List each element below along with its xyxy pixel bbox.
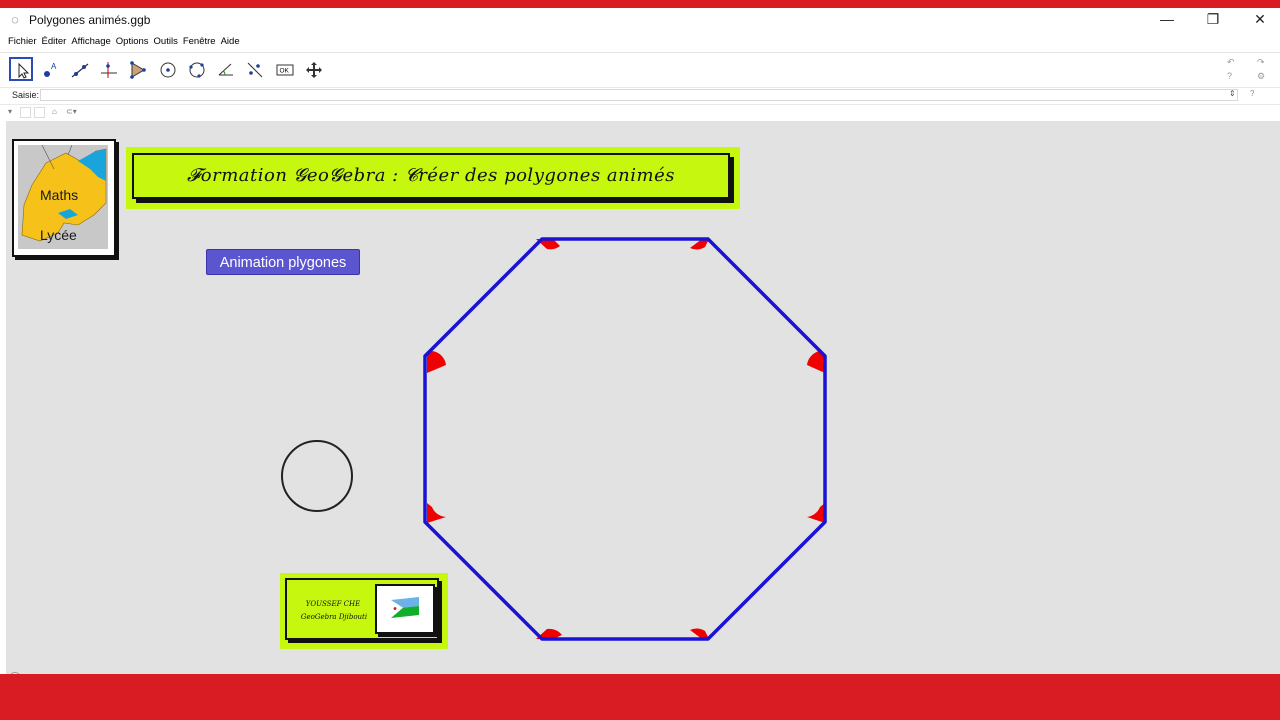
settings-icon[interactable]: ⚙ — [1257, 71, 1265, 82]
menu-fichier[interactable]: Fichier — [8, 34, 37, 50]
logo-line1: Maths — [40, 187, 79, 203]
banner-title: 𝓕ormation 𝓖eo𝓖ebra : 𝓒réer des polygones… — [187, 165, 675, 186]
angle-tool[interactable] — [213, 57, 237, 81]
octagon-edges[interactable] — [423, 237, 827, 641]
circle-three-points-tool[interactable] — [184, 57, 208, 81]
signature-name: YOUSSEF CHE — [305, 600, 361, 608]
line-tool[interactable] — [67, 57, 91, 81]
button-tool-label: OK — [280, 68, 290, 75]
title-bar: ◌ Polygones animés.ggb — ❐ ✕ — [0, 8, 1280, 32]
vertex-angle-markers — [427, 239, 825, 639]
geogebra-icon: ◌ — [11, 12, 19, 27]
tool-bar: A OK ↶ ↷ ? ⚙ — [0, 52, 1280, 87]
logo-line2: Lycée — [40, 227, 77, 243]
window-title: Polygones animés.ggb — [29, 13, 151, 27]
menu-affichage[interactable]: Affichage — [71, 34, 110, 50]
input-help-icon[interactable]: ? — [1250, 89, 1254, 98]
polygon-tool[interactable] — [125, 57, 149, 81]
signature-org: GeoGebra Djibouti — [300, 613, 368, 621]
menu-options[interactable]: Options — [116, 34, 149, 50]
reflect-tool[interactable] — [242, 57, 266, 81]
help-icon[interactable]: ? — [1227, 71, 1232, 81]
minimize-icon[interactable]: — — [1144, 8, 1190, 32]
input-label: Saisie: — [12, 90, 40, 100]
graphics-view[interactable]: Maths Lycée 𝓕ormation 𝓖eo𝓖ebra : 𝓒réer d… — [6, 121, 1280, 674]
restore-icon[interactable]: ❐ — [1190, 8, 1236, 32]
signature-badge: YOUSSEF CHE GeoGebra Djibouti — [280, 573, 448, 649]
button-tool[interactable]: OK — [272, 57, 296, 81]
menu-aide[interactable]: Aide — [221, 34, 240, 50]
close-icon[interactable]: ✕ — [1237, 8, 1280, 32]
home-icon[interactable]: ⌂ — [52, 107, 57, 116]
animation-button[interactable]: Animation plygones — [206, 249, 360, 275]
menu-bar: Fichier Éditer Affichage Options Outils … — [0, 34, 245, 50]
input-toggle-icon[interactable]: ⇕ — [1229, 89, 1236, 98]
axes-toggle-icon[interactable] — [20, 107, 31, 118]
point-tool[interactable]: A — [38, 57, 62, 81]
menu-fenetre[interactable]: Fenêtre — [183, 34, 216, 50]
menu-editer[interactable]: Éditer — [42, 34, 67, 50]
menu-outils[interactable]: Outils — [154, 34, 178, 50]
flag-frame — [375, 584, 435, 634]
circle-tool[interactable] — [155, 57, 179, 81]
move-graphics-tool[interactable] — [301, 57, 325, 81]
perpendicular-tool[interactable] — [96, 57, 120, 81]
undo-icon[interactable]: ↶ — [1227, 57, 1235, 68]
maths-lycee-logo: Maths Lycée — [12, 139, 116, 257]
animation-circle-button[interactable] — [281, 440, 353, 512]
point-capture-icon[interactable]: ⊂▾ — [66, 107, 77, 116]
title-banner: 𝓕ormation 𝓖eo𝓖ebra : 𝓒réer des polygones… — [126, 147, 740, 209]
djibouti-flag-icon — [391, 597, 419, 618]
svg-text:A: A — [51, 62, 57, 71]
style-bar: ▾ ⌂ ⊂▾ — [0, 105, 1280, 121]
geogebra-window: ◌ Polygones animés.ggb — ❐ ✕ Fichier Édi… — [0, 8, 1280, 674]
grid-toggle-icon[interactable] — [34, 107, 45, 118]
redo-icon[interactable]: ↷ — [1257, 57, 1265, 68]
input-bar: Saisie: ⇕ ? — [0, 87, 1280, 105]
stylebar-toggle-icon[interactable]: ▾ — [8, 107, 12, 116]
move-tool[interactable] — [9, 57, 33, 81]
input-field[interactable] — [40, 89, 1238, 101]
